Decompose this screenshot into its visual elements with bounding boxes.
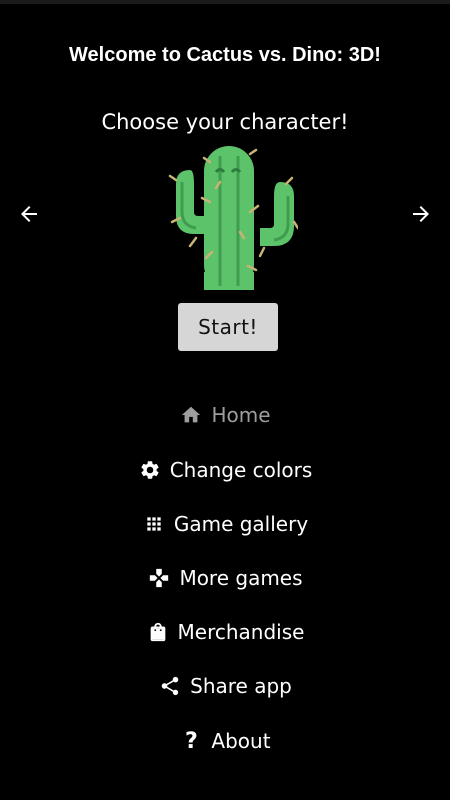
prev-character-button[interactable] bbox=[13, 200, 45, 232]
arrow-right-icon bbox=[409, 202, 433, 231]
menu-item-merchandise[interactable]: Merchandise bbox=[0, 607, 450, 657]
question-icon: ? bbox=[185, 728, 198, 754]
menu-item-home[interactable]: Home bbox=[0, 390, 450, 440]
grid-icon bbox=[142, 512, 166, 536]
arrow-left-icon bbox=[17, 202, 41, 231]
character-prompt: Choose your character! bbox=[101, 110, 349, 134]
share-icon bbox=[158, 674, 182, 698]
menu-item-label: Merchandise bbox=[177, 620, 305, 644]
menu-item-label: More games bbox=[179, 566, 303, 590]
menu-item-change-colors[interactable]: Change colors bbox=[0, 445, 450, 495]
start-button[interactable]: Start! bbox=[178, 303, 278, 351]
next-character-button[interactable] bbox=[405, 200, 437, 232]
status-bar bbox=[0, 0, 450, 4]
home-icon bbox=[179, 403, 203, 427]
menu-item-more-games[interactable]: More games bbox=[0, 553, 450, 603]
menu-item-label: Home bbox=[211, 403, 271, 427]
menu-item-about[interactable]: ? About bbox=[0, 716, 450, 766]
menu-item-game-gallery[interactable]: Game gallery bbox=[0, 499, 450, 549]
menu-item-label: Game gallery bbox=[173, 512, 309, 536]
cactus-icon bbox=[160, 142, 300, 290]
page-title: Welcome to Cactus vs. Dino: 3D! bbox=[69, 44, 381, 66]
gamepad-icon bbox=[147, 566, 171, 590]
menu-item-share-app[interactable]: Share app bbox=[0, 661, 450, 711]
menu-item-label: Share app bbox=[190, 674, 292, 698]
menu-item-label: About bbox=[211, 729, 271, 753]
shopping-bag-icon bbox=[146, 620, 170, 644]
gear-icon bbox=[138, 458, 162, 482]
menu-item-label: Change colors bbox=[169, 458, 313, 482]
